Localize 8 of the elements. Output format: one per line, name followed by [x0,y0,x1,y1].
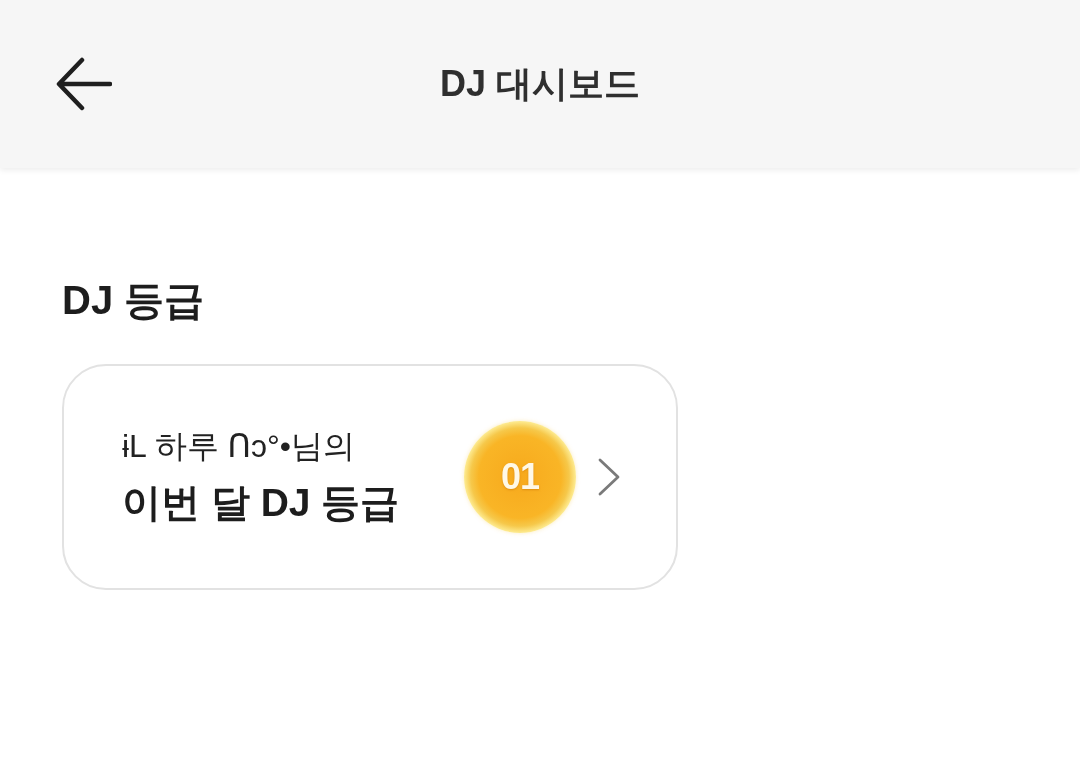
page-title: DJ 대시보드 [440,63,640,105]
rank-medal: 01 [464,421,576,533]
section-title: DJ 등급 [62,277,205,324]
chevron-right-icon [598,458,620,496]
back-arrow-icon [56,56,112,112]
card-title: 이번 달 DJ 등급 [122,479,400,526]
dj-grade-card[interactable]: ɨL 하루 ᑎɔ°•님의 이번 달 DJ 등급 01 [62,364,678,590]
nickname-text: ɨL 하루 ᑎɔ°•님의 [122,427,355,466]
